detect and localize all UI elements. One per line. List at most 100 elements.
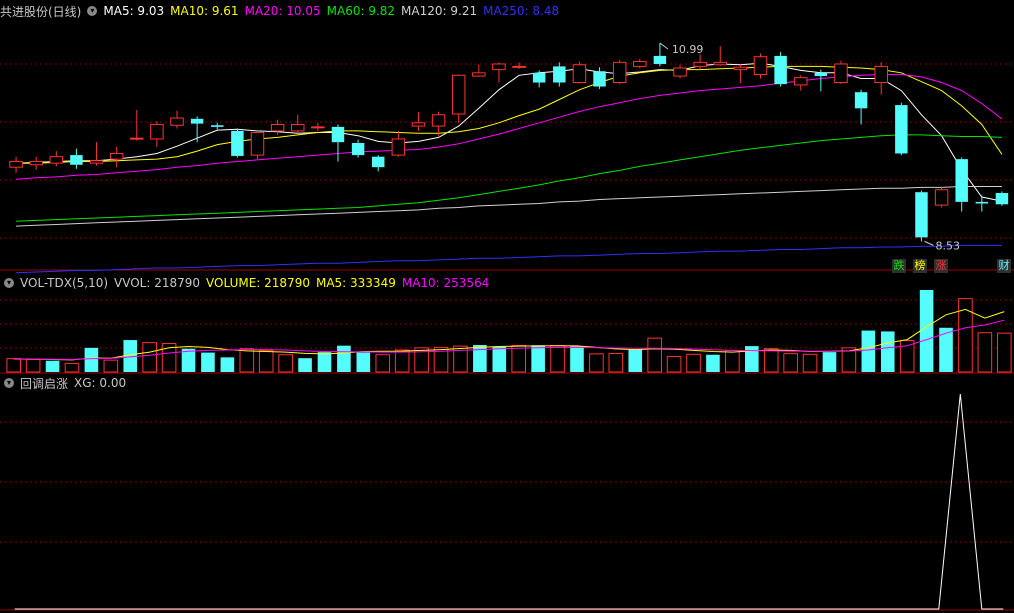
- candle-body: [593, 71, 606, 87]
- candle-body: [975, 201, 989, 204]
- volume-bar: [220, 357, 235, 372]
- volume-bar: [298, 358, 312, 372]
- volume-bar: [375, 354, 391, 373]
- candle-body: [109, 152, 124, 160]
- candle-body: [231, 130, 244, 156]
- volume-bar: [25, 358, 41, 373]
- candle-body: [512, 65, 526, 68]
- candle-body: [794, 77, 808, 86]
- volume-bar: [919, 290, 934, 372]
- candle-body: [211, 125, 224, 127]
- candle-body: [29, 161, 43, 166]
- volume-bar: [725, 349, 740, 373]
- low-price-label: 8.53: [935, 239, 960, 252]
- candle-body: [270, 123, 285, 132]
- volume-bar: [608, 352, 624, 373]
- candle-body: [150, 123, 164, 140]
- candle-body: [250, 132, 265, 156]
- candle-body: [874, 65, 888, 84]
- candle-body: [351, 143, 365, 156]
- volume-bar: [511, 344, 527, 373]
- volume-bar: [550, 345, 565, 373]
- candle-body: [713, 61, 727, 66]
- volume-bar: [142, 342, 157, 373]
- volume-bar: [589, 353, 604, 373]
- candle-body: [673, 67, 687, 77]
- high-arrow: [659, 42, 669, 50]
- candle-body: [955, 159, 968, 202]
- volume-bar: [239, 348, 255, 373]
- candle-body: [170, 117, 184, 126]
- candle-body: [9, 161, 23, 168]
- price-ma-line: [16, 62, 1002, 202]
- candle-body: [89, 160, 104, 164]
- candle-body: [411, 122, 426, 127]
- volume-bar: [570, 346, 584, 372]
- candle-body: [532, 72, 546, 83]
- volume-bar: [647, 337, 662, 373]
- candle-body: [130, 137, 144, 140]
- volume-bar: [706, 354, 720, 372]
- volume-bar: [783, 353, 798, 373]
- volume-bar: [628, 349, 643, 372]
- volume-bar: [861, 330, 876, 372]
- volume-bar: [201, 352, 215, 372]
- volume-bar: [977, 332, 993, 373]
- volume-bar: [258, 349, 274, 373]
- volume-bar: [356, 352, 371, 372]
- candle-body: [834, 63, 848, 84]
- finance-badge[interactable]: 财: [997, 259, 1011, 273]
- volume-bar: [686, 353, 701, 373]
- candle-body: [311, 126, 325, 129]
- price-ma-line: [16, 186, 1002, 227]
- candle-body: [854, 92, 868, 109]
- candle-body: [49, 156, 64, 164]
- candle-body: [391, 138, 406, 156]
- stock-chart-canvas[interactable]: 10.99 8.53: [0, 0, 1014, 613]
- xg-signal-line: [14, 393, 1004, 610]
- volume-bar: [996, 332, 1012, 373]
- candle-body: [774, 55, 787, 85]
- volume-bar: [492, 346, 507, 372]
- volume-bar: [802, 353, 818, 373]
- low-arrow: [924, 240, 934, 246]
- volume-bar: [337, 345, 351, 372]
- rise-badge[interactable]: 涨: [934, 259, 948, 273]
- candle-body: [70, 155, 83, 165]
- price-ma-line: [16, 134, 1002, 222]
- candle-body: [451, 74, 466, 115]
- high-price-label: 10.99: [672, 43, 704, 56]
- volume-bar: [666, 355, 682, 373]
- volume-bar: [45, 360, 60, 372]
- price-ma-line: [16, 74, 1003, 180]
- candle-body: [572, 64, 587, 84]
- volume-bar: [278, 354, 293, 373]
- candle-body: [371, 156, 385, 168]
- volume-bar: [84, 347, 99, 372]
- volume-bar: [317, 352, 332, 372]
- candle-body: [934, 189, 949, 206]
- candle-body: [753, 56, 768, 75]
- volume-bar: [394, 349, 410, 373]
- candle-body: [431, 114, 446, 127]
- candle-body: [472, 72, 486, 77]
- volume-bar: [103, 359, 119, 373]
- volume-bar: [744, 346, 759, 372]
- fall-badge[interactable]: 跌: [892, 259, 906, 273]
- candle-body: [331, 126, 345, 143]
- candle-body: [693, 61, 707, 67]
- candle-body: [895, 105, 908, 154]
- candle-body: [915, 192, 928, 238]
- candle-body: [995, 193, 1009, 205]
- candle-body: [612, 61, 627, 84]
- volume-bar: [880, 331, 895, 372]
- price-ma-line: [16, 65, 1003, 164]
- volume-bar: [822, 352, 837, 372]
- candle-body: [733, 66, 748, 71]
- candle-body: [653, 55, 667, 64]
- candle-body: [291, 123, 305, 132]
- candle-body: [814, 72, 828, 77]
- candle-body: [553, 66, 566, 83]
- rank-badge[interactable]: 榜: [913, 259, 927, 273]
- volume-bar: [6, 358, 22, 373]
